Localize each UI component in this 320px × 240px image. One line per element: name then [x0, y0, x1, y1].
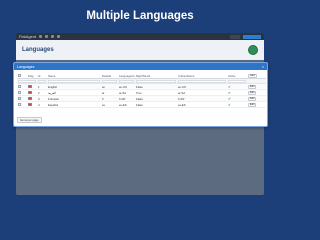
page-header: Languages [16, 40, 264, 60]
check-icon: ✔ [228, 84, 231, 89]
row-checkbox[interactable] [17, 96, 27, 101]
user-menu[interactable] [230, 34, 240, 39]
dialog-title: Languages [17, 64, 35, 69]
row-checkbox[interactable] [17, 90, 27, 95]
cell-culture: ar-SA [178, 90, 186, 95]
column-header-flag[interactable]: Flag [27, 74, 37, 78]
flag-icon [27, 84, 37, 89]
add-button[interactable]: Add [247, 73, 266, 78]
languages-dialog: Languages × Flag Id Name Default Languag… [13, 62, 268, 127]
column-header-rtl[interactable]: RightToLeft [135, 74, 177, 78]
cell-rtl: False [136, 102, 143, 107]
cell-rtl: False [136, 84, 143, 89]
flag-icon [27, 102, 37, 107]
top-navbar: FlatAgent [16, 33, 264, 40]
cell-culture: en-US [178, 84, 186, 89]
filter-input[interactable] [38, 80, 46, 83]
home-icon[interactable] [45, 35, 49, 38]
column-header-culture[interactable]: CultureName [177, 74, 227, 78]
cell-language-code: fr-FR [119, 96, 126, 101]
check-icon: ✔ [228, 90, 231, 95]
check-icon: ✔ [228, 96, 231, 101]
cell-language-code: ar-SA [119, 90, 127, 95]
notification-icon[interactable] [57, 35, 61, 38]
cell-rtl: True [136, 90, 142, 95]
edit-button[interactable]: Edit [247, 102, 266, 107]
cell-language-code: en-US [119, 84, 127, 89]
cell-id: 1 [38, 84, 40, 89]
plus-circle-icon[interactable] [248, 45, 258, 55]
filter-input[interactable] [48, 80, 100, 83]
cell-name: العربية [48, 90, 56, 95]
filter-input[interactable] [119, 80, 134, 83]
cell-culture: es-ES [178, 102, 186, 107]
menu-icon[interactable] [39, 35, 43, 38]
row-checkbox[interactable] [17, 102, 27, 107]
column-header-language-code[interactable]: LanguageCode [118, 74, 135, 78]
edit-button[interactable]: Edit [247, 96, 266, 101]
check-icon: ✔ [228, 102, 231, 107]
brand-logo[interactable]: FlatAgent [19, 34, 36, 39]
column-header-id[interactable]: Id [37, 74, 47, 78]
cell-default: fr [102, 96, 104, 101]
items-per-page-select[interactable]: Items per page [17, 117, 42, 123]
cell-id: 2 [38, 90, 40, 95]
close-icon[interactable]: × [262, 64, 264, 69]
column-header-active[interactable]: Active [227, 74, 247, 78]
settings-icon[interactable] [51, 35, 55, 38]
cell-name: Español [48, 102, 59, 107]
filter-input[interactable] [102, 80, 117, 83]
filter-input[interactable] [18, 80, 36, 83]
row-checkbox[interactable] [17, 84, 27, 89]
cell-name: Français [48, 96, 59, 101]
edit-button[interactable]: Edit [247, 84, 266, 89]
grid-body: 1 English en en-US False en-US ✔ Edit 2 العربية ar… [17, 84, 266, 108]
select-all-checkbox[interactable] [17, 73, 27, 78]
cell-default: en [102, 84, 106, 89]
table-row[interactable]: 4 Español es es-ES False es-ES ✔ Edit [17, 102, 266, 108]
filter-input[interactable] [178, 80, 226, 83]
account-button[interactable] [243, 34, 261, 39]
page-headline: Multiple Languages [86, 10, 194, 22]
cell-default: ar [102, 90, 105, 95]
languages-grid: Flag Id Name Default LanguageCode RightT… [17, 73, 266, 108]
cell-culture: fr-FR [178, 96, 185, 101]
cell-id: 3 [38, 96, 40, 101]
cell-name: English [48, 84, 58, 89]
cell-id: 4 [38, 102, 40, 107]
filter-input[interactable] [136, 80, 176, 83]
column-header-name[interactable]: Name [47, 74, 101, 78]
cell-default: es [102, 102, 105, 107]
cell-rtl: False [136, 96, 143, 101]
edit-button[interactable]: Edit [247, 90, 266, 95]
column-header-default[interactable]: Default [101, 74, 118, 78]
flag-icon [27, 90, 37, 95]
dialog-header: Languages × [14, 63, 267, 70]
cell-language-code: es-ES [119, 102, 127, 107]
page-title: Languages [22, 47, 54, 53]
flag-icon [27, 96, 37, 101]
filter-input[interactable] [228, 80, 246, 83]
